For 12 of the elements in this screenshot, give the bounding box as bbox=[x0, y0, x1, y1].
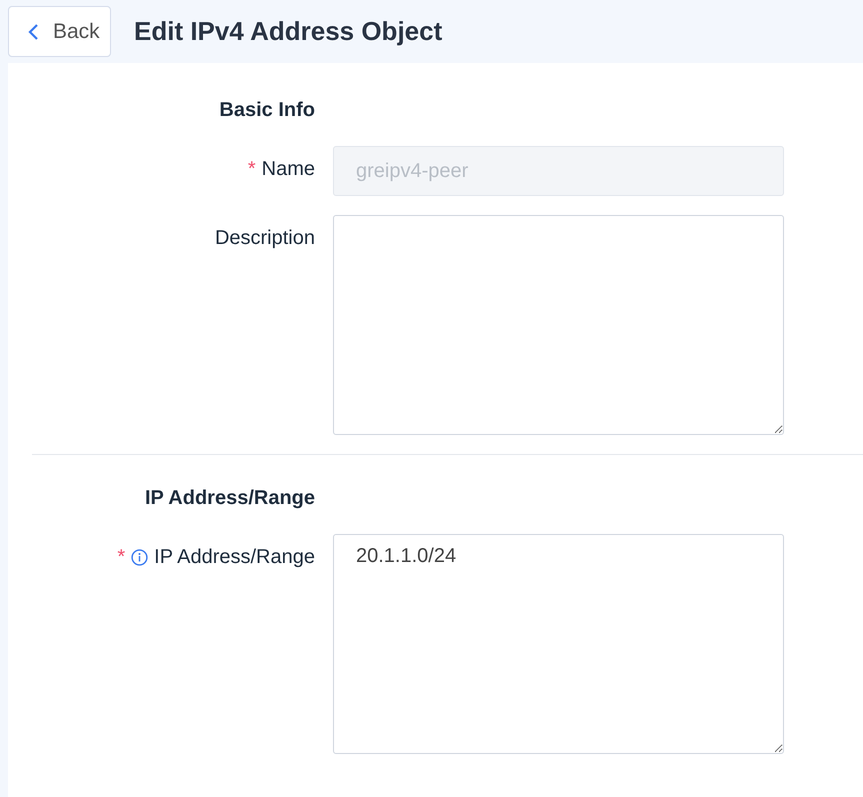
field-label: Name bbox=[262, 158, 315, 181]
back-button[interactable]: Back bbox=[8, 6, 111, 57]
chevron-left-icon bbox=[27, 22, 39, 40]
field-label: IP Address/Range bbox=[154, 546, 315, 569]
field-label: Description bbox=[214, 227, 315, 250]
required-asterisk: * bbox=[117, 546, 126, 569]
info-icon[interactable] bbox=[131, 549, 148, 566]
section-heading: Basic Info bbox=[219, 99, 315, 122]
required-asterisk: * bbox=[248, 158, 256, 181]
text-area[interactable]: 20.1.1.0/24 bbox=[333, 534, 784, 754]
page-title: Edit IPv4 Address Object bbox=[134, 16, 442, 47]
section-heading: IP Address/Range bbox=[144, 487, 315, 510]
